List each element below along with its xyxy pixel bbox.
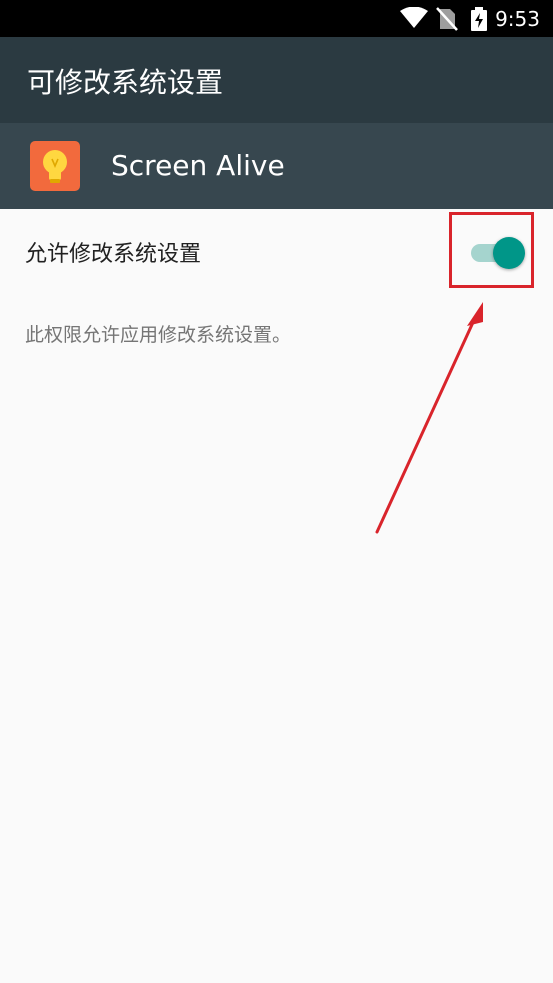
- battery-charging-icon: [471, 7, 487, 35]
- app-bar: 可修改系统设置: [0, 37, 553, 123]
- no-sim-icon: [436, 7, 458, 35]
- wifi-icon: [400, 6, 428, 33]
- setting-label: 允许修改系统设置: [25, 242, 202, 267]
- app-header: Screen Alive: [0, 123, 553, 209]
- setting-description: 此权限允许应用修改系统设置。: [25, 324, 292, 346]
- highlight-box: [449, 212, 534, 288]
- status-time: 9:53: [495, 7, 540, 31]
- page-title: 可修改系统设置: [27, 66, 224, 99]
- status-bar: 9:53: [0, 0, 553, 37]
- app-name: Screen Alive: [111, 149, 285, 182]
- lightbulb-icon: [30, 141, 80, 191]
